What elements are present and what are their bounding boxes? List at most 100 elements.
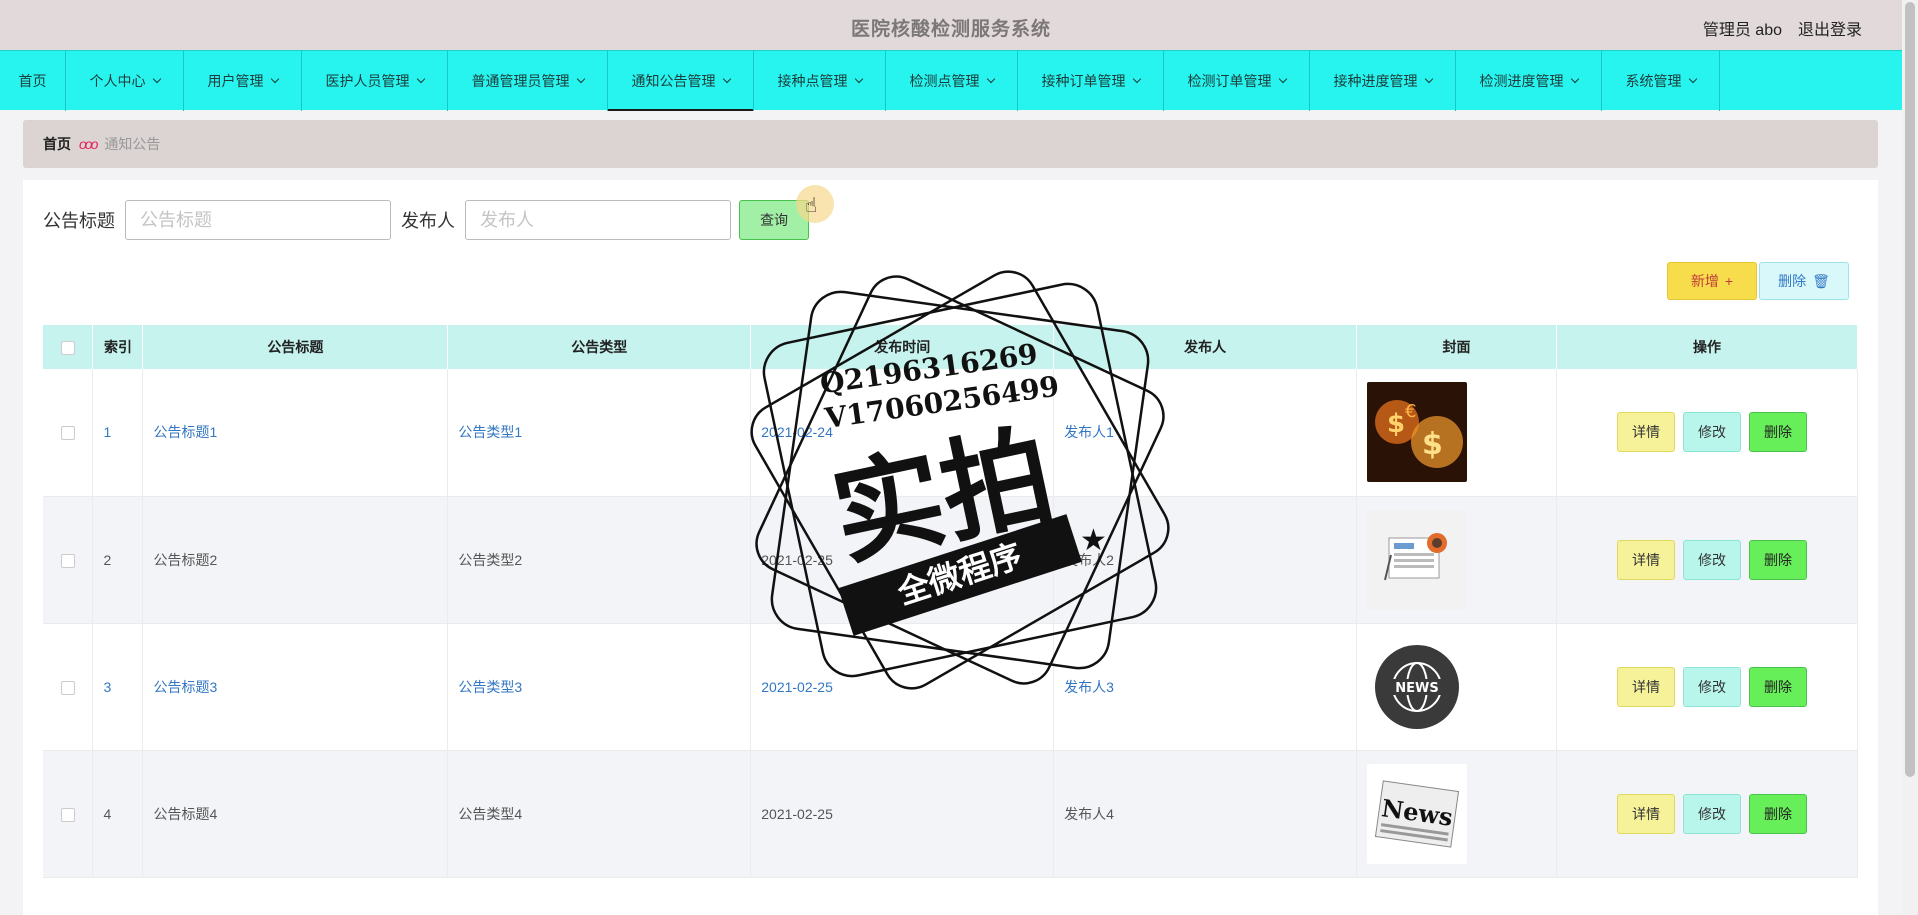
cover-cell: NEWS	[1356, 623, 1557, 751]
logout-link[interactable]: 退出登录	[1798, 16, 1862, 40]
trash-icon: 🗑	[1812, 272, 1830, 289]
nav-item-users[interactable]: 用户管理	[184, 51, 302, 111]
nav-label: 检测订单管理	[1187, 73, 1272, 89]
publisher-cell: 发布人3	[1053, 623, 1358, 751]
nav-item-vaccination-progress[interactable]: 接种进度管理	[1310, 51, 1456, 111]
publisher-cell: 发布人4	[1053, 750, 1358, 878]
chevron-down-icon	[1132, 74, 1141, 84]
ops-cell: 详情 修改 删除	[1556, 623, 1858, 751]
plus-icon: +	[1724, 273, 1734, 289]
chevron-down-icon	[854, 74, 863, 84]
money-cover-icon: $ $ €	[1367, 382, 1468, 483]
detail-button[interactable]: 详情	[1617, 666, 1675, 707]
nav-label: 普通管理员管理	[471, 73, 570, 89]
type-cell: 公告类型2	[447, 496, 752, 624]
nav-item-home[interactable]: 首页	[0, 51, 66, 111]
delete-row-button[interactable]: 删除	[1749, 666, 1807, 707]
nav-item-medical-staff[interactable]: 医护人员管理	[302, 51, 448, 111]
detail-button[interactable]: 详情	[1617, 412, 1675, 453]
nav-label: 用户管理	[207, 73, 264, 89]
publisher-search-label: 发布人	[401, 211, 455, 231]
index-cell: 4	[92, 750, 144, 878]
row-checkbox[interactable]	[60, 553, 75, 568]
detail-button[interactable]: 详情	[1617, 793, 1675, 834]
title-cell[interactable]: 公告标题2	[142, 496, 449, 624]
search-bar: 公告标题 发布人 查询	[43, 200, 809, 240]
news-paper-cover-icon: News	[1367, 763, 1468, 864]
column-header: 发布时间	[750, 325, 1055, 369]
main-nav: 首页 个人中心 用户管理 医护人员管理 普通管理员管理 通知公告管理 接种点管理…	[0, 50, 1902, 111]
row-checkbox[interactable]	[60, 680, 75, 695]
table-header-row: 索引 公告标题 公告类型 发布时间 发布人 封面 操作	[43, 325, 1858, 369]
breadcrumb-home[interactable]: 首页	[43, 134, 71, 154]
chevron-down-icon	[1688, 74, 1697, 84]
title-search-label: 公告标题	[43, 211, 115, 231]
publisher-cell: 发布人1	[1053, 369, 1358, 497]
nav-item-vaccination-orders[interactable]: 接种订单管理	[1018, 51, 1164, 111]
title-search-input[interactable]	[125, 200, 391, 240]
top-bar: 医院核酸检测服务系统 管理员 abo 退出登录	[0, 0, 1902, 50]
breadcrumb-current: 通知公告	[104, 136, 161, 152]
title-cell[interactable]: 公告标题4	[142, 750, 449, 878]
delete-row-button[interactable]: 删除	[1749, 793, 1807, 834]
vertical-scrollbar[interactable]	[1902, 0, 1918, 915]
nav-label: 个人中心	[89, 73, 146, 89]
publisher-search-input[interactable]	[465, 200, 731, 240]
nav-label: 检测点管理	[909, 73, 980, 89]
cover-cell	[1356, 496, 1557, 624]
index-cell: 3	[92, 623, 144, 751]
batch-delete-button[interactable]: 删除 🗑	[1759, 262, 1849, 300]
nav-item-system[interactable]: 系统管理	[1602, 51, 1720, 111]
content-panel: 公告标题 发布人 查询 ☝ 新增 + 删除 🗑 索引 公告标题 公告类型 发布时间 …	[23, 180, 1878, 915]
nav-label: 接种订单管理	[1041, 73, 1126, 89]
index-cell: 2	[92, 496, 144, 624]
row-select-cell	[43, 496, 94, 624]
title-cell[interactable]: 公告标题3	[142, 623, 449, 751]
edit-button[interactable]: 修改	[1683, 666, 1741, 707]
nav-label: 通知公告管理	[631, 73, 716, 89]
table-row: 1 公告标题1 公告类型1 2021-02-24 发布人1 $ $ € 详情 修…	[43, 369, 1858, 497]
scrollbar-thumb[interactable]	[1905, 2, 1915, 777]
nav-label: 接种进度管理	[1333, 73, 1418, 89]
edit-button[interactable]: 修改	[1683, 412, 1741, 453]
nav-item-test-progress[interactable]: 检测进度管理	[1456, 51, 1602, 111]
globe-news-cover-icon: NEWS	[1367, 636, 1468, 737]
edit-button[interactable]: 修改	[1683, 793, 1741, 834]
edit-button[interactable]: 修改	[1683, 539, 1741, 580]
type-cell: 公告类型3	[447, 623, 752, 751]
breadcrumb-separator-icon: ooo	[79, 136, 98, 152]
column-header: 操作	[1556, 325, 1858, 369]
index-cell: 1	[92, 369, 144, 497]
row-checkbox[interactable]	[60, 426, 75, 441]
time-cell: 2021-02-25	[750, 750, 1055, 878]
row-checkbox[interactable]	[60, 807, 75, 822]
nav-item-notices[interactable]: 通知公告管理	[608, 51, 754, 111]
chevron-down-icon	[1424, 74, 1433, 84]
nav-item-test-orders[interactable]: 检测订单管理	[1164, 51, 1310, 111]
nav-item-personal[interactable]: 个人中心	[66, 51, 184, 111]
title-cell[interactable]: 公告标题1	[142, 369, 449, 497]
cover-cell: News	[1356, 750, 1557, 878]
nav-label: 接种点管理	[777, 73, 848, 89]
add-button[interactable]: 新增 +	[1667, 262, 1757, 300]
nav-item-admins[interactable]: 普通管理员管理	[448, 51, 608, 111]
column-header: 公告标题	[142, 325, 449, 369]
breadcrumb: 首页 ooo 通知公告	[23, 120, 1878, 168]
delete-label: 删除	[1778, 273, 1807, 289]
chevron-down-icon	[416, 74, 425, 84]
nav-item-test-sites[interactable]: 检测点管理	[886, 51, 1018, 111]
select-all-checkbox[interactable]	[60, 341, 75, 356]
svg-text:$: $	[1387, 409, 1405, 439]
chevron-down-icon	[986, 74, 995, 84]
column-header: 发布人	[1053, 325, 1358, 369]
notice-table: 索引 公告标题 公告类型 发布时间 发布人 封面 操作 1 公告标题1 公告类型…	[43, 325, 1858, 878]
nav-item-vaccination-sites[interactable]: 接种点管理	[754, 51, 886, 111]
delete-row-button[interactable]: 删除	[1749, 412, 1807, 453]
detail-button[interactable]: 详情	[1617, 539, 1675, 580]
nav-label: 检测进度管理	[1479, 73, 1564, 89]
time-cell: 2021-02-25	[750, 623, 1055, 751]
row-select-cell	[43, 623, 94, 751]
column-header: 公告类型	[447, 325, 752, 369]
delete-row-button[interactable]: 删除	[1749, 539, 1807, 580]
type-cell: 公告类型1	[447, 369, 752, 497]
